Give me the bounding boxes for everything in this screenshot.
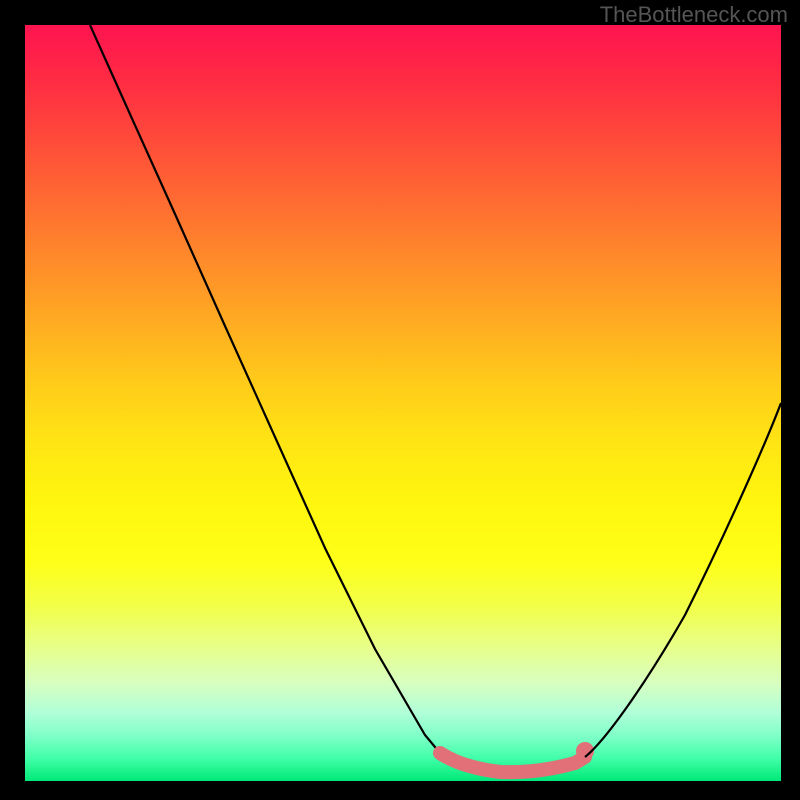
right-curve bbox=[585, 403, 781, 757]
plot-area bbox=[25, 25, 781, 781]
watermark-text: TheBottleneck.com bbox=[600, 2, 788, 28]
chart-svg bbox=[25, 25, 781, 781]
zone-curve bbox=[440, 753, 585, 772]
left-curve bbox=[90, 25, 440, 753]
